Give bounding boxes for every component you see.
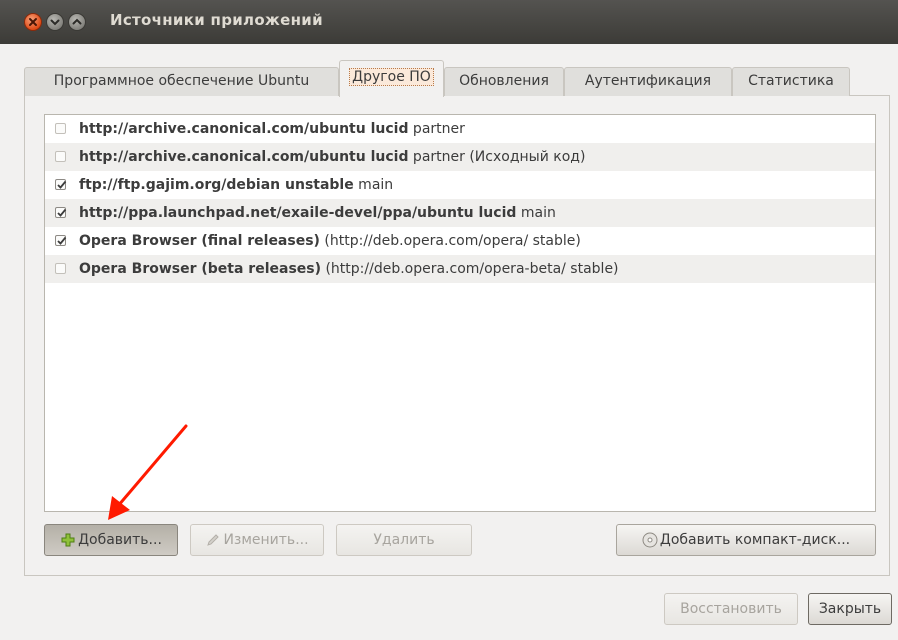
minimize-window-button[interactable] <box>46 13 64 31</box>
tab-label: Обновления <box>459 73 549 89</box>
source-components: (http://deb.opera.com/opera/ stable) <box>319 233 581 249</box>
close-window-button[interactable] <box>24 13 42 31</box>
source-components: partner (Исходный код) <box>408 149 586 165</box>
check-icon <box>57 208 67 217</box>
source-uri: Opera Browser (final releases) <box>79 233 320 249</box>
source-components: main <box>516 205 556 221</box>
close-button-label: Закрыть <box>818 601 882 617</box>
revert-button: Восстановить <box>664 593 798 625</box>
enable-checkbox[interactable] <box>55 235 67 246</box>
add-cd-button-label: Добавить компакт-диск... <box>659 532 851 548</box>
tab-label: Аутентификация <box>584 73 712 89</box>
tab-label: Программное обеспечение Ubuntu <box>53 73 310 89</box>
source-row[interactable]: http://archive.canonical.com/ubuntu luci… <box>45 143 875 171</box>
check-icon <box>57 236 67 245</box>
source-uri: Opera Browser (beta releases) <box>79 261 322 277</box>
tab-authentication[interactable]: Аутентификация <box>564 67 732 96</box>
tab-statistics[interactable]: Статистика <box>732 67 850 96</box>
enable-checkbox[interactable] <box>55 207 67 218</box>
close-dialog-button[interactable]: Закрыть <box>808 593 892 625</box>
remove-button-label: Удалить <box>373 532 435 548</box>
annotation-arrow <box>108 424 188 520</box>
enable-checkbox[interactable] <box>55 263 66 274</box>
tab-label: Статистика <box>748 73 834 89</box>
add-icon <box>61 533 75 547</box>
maximize-icon <box>72 18 82 25</box>
source-uri: http://ppa.launchpad.net/exaile-devel/pp… <box>79 205 517 221</box>
source-row[interactable]: http://archive.canonical.com/ubuntu luci… <box>45 115 875 143</box>
source-components: partner <box>408 121 465 137</box>
source-components: main <box>353 177 394 193</box>
enable-checkbox[interactable] <box>55 123 66 134</box>
enable-checkbox[interactable] <box>55 151 66 162</box>
add-button-label: Добавить... <box>78 532 162 548</box>
source-row[interactable]: Opera Browser (beta releases) (http://de… <box>45 255 875 283</box>
source-uri: ftp://ftp.gajim.org/debian unstable <box>79 177 354 193</box>
revert-button-label: Восстановить <box>680 601 782 617</box>
maximize-window-button[interactable] <box>68 13 86 31</box>
edit-pencil-icon <box>207 534 220 546</box>
cd-icon <box>642 532 658 548</box>
source-uri: http://archive.canonical.com/ubuntu luci… <box>79 149 409 165</box>
check-icon <box>57 180 67 189</box>
tab-updates[interactable]: Обновления <box>444 67 564 96</box>
add-cdrom-button[interactable]: Добавить компакт-диск... <box>616 524 876 556</box>
add-source-button[interactable]: Добавить... <box>44 524 178 556</box>
tab-label: Другое ПО <box>349 68 434 86</box>
enable-checkbox[interactable] <box>55 179 67 190</box>
window-title: Источники приложений <box>110 11 323 29</box>
source-row[interactable]: ftp://ftp.gajim.org/debian unstable main <box>45 171 875 199</box>
edit-source-button: Изменить... <box>190 524 324 556</box>
minimize-icon <box>50 19 60 26</box>
source-row[interactable]: Opera Browser (final releases) (http://d… <box>45 227 875 255</box>
edit-button-label: Изменить... <box>223 532 309 548</box>
source-components: (http://deb.opera.com/opera-beta/ stable… <box>321 261 619 277</box>
source-uri: http://archive.canonical.com/ubuntu luci… <box>79 121 409 137</box>
title-bar: Источники приложений <box>0 0 898 44</box>
tab-ubuntu-software[interactable]: Программное обеспечение Ubuntu <box>24 67 339 96</box>
remove-source-button: Удалить <box>336 524 472 556</box>
source-row[interactable]: http://ppa.launchpad.net/exaile-devel/pp… <box>45 199 875 227</box>
close-icon <box>29 18 37 26</box>
tab-other-software[interactable]: Другое ПО <box>339 60 444 97</box>
